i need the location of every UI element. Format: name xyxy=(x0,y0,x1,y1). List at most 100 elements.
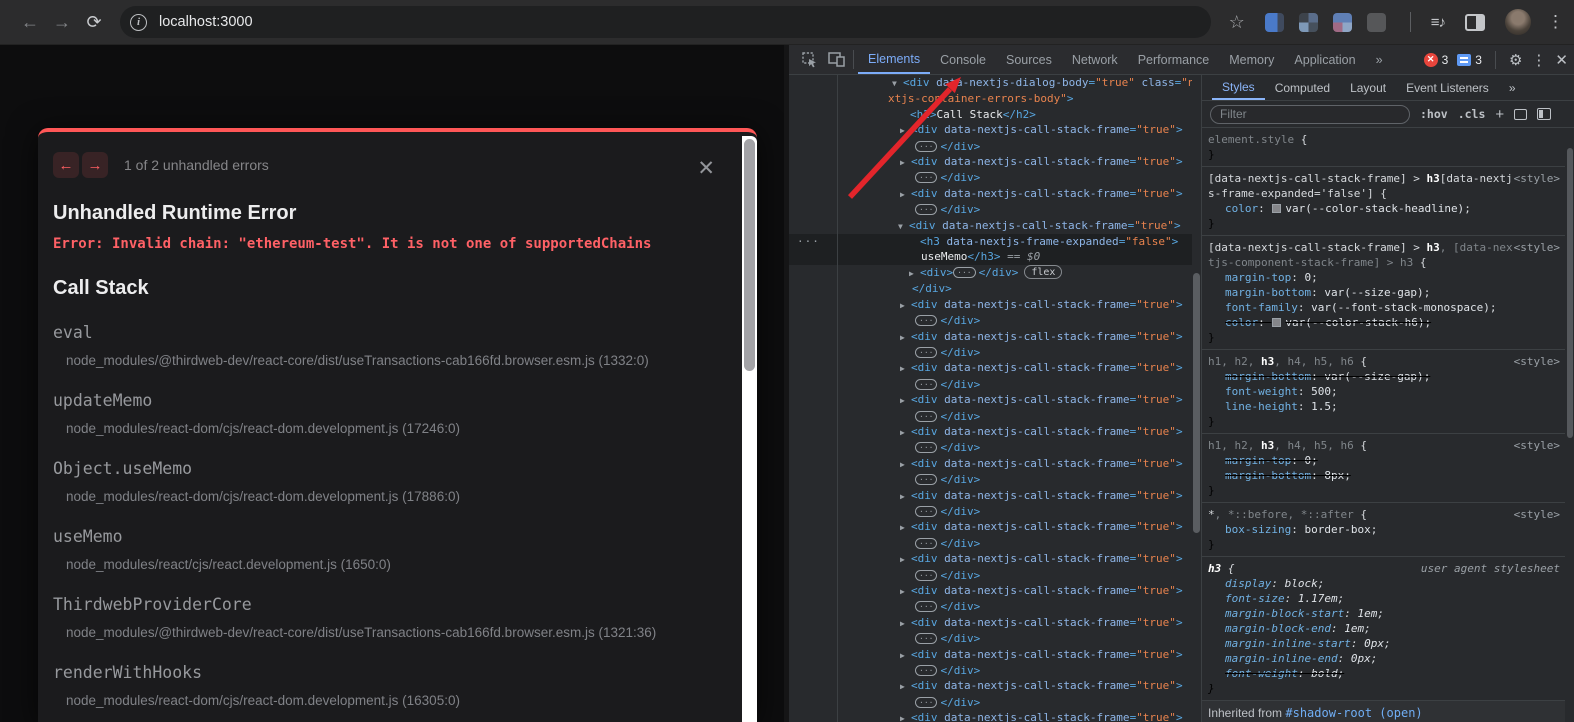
color-swatch[interactable] xyxy=(1272,204,1281,213)
back-button[interactable]: ← xyxy=(14,6,46,38)
dom-tree-row[interactable]: ▶<div data-nextjs-call-stack-frame="true… xyxy=(789,424,1192,440)
dom-tree-row[interactable]: xtjs-container-errors-body"> xyxy=(789,91,1192,106)
dom-tree-row[interactable]: ▶<div data-nextjs-call-stack-frame="true… xyxy=(789,297,1192,313)
console-errors-badge[interactable]: ✕ 3 xyxy=(1424,53,1449,67)
style-rule[interactable]: h3 {user agent stylesheetdisplay: block;… xyxy=(1202,557,1565,701)
style-rule[interactable]: *, *::before, *::after {<style>box-sizin… xyxy=(1202,503,1565,557)
address-bar[interactable]: i localhost:3000 xyxy=(120,6,1211,38)
dialog-scrollbar[interactable] xyxy=(742,136,757,722)
css-property[interactable]: margin-inline-start: 0px; xyxy=(1208,636,1561,651)
issues-badge[interactable]: 3 xyxy=(1457,53,1482,67)
toggle-element-state-button[interactable]: :hov xyxy=(1420,107,1448,121)
dom-tree-row[interactable]: ▶<div data-nextjs-call-stack-frame="true… xyxy=(789,678,1192,694)
call-stack-frame[interactable]: updateMemonode_modules/react-dom/cjs/rea… xyxy=(53,391,713,436)
css-property[interactable]: margin-block-start: 1em; xyxy=(1208,606,1561,621)
tab--[interactable]: » xyxy=(1499,75,1526,100)
dom-tree-row[interactable]: ▶<div data-nextjs-call-stack-frame="true… xyxy=(789,583,1192,599)
css-property[interactable]: margin-bottom: 8px; xyxy=(1208,468,1561,483)
dom-tree-row[interactable]: ···</div> xyxy=(789,345,1192,360)
extension-icon-4[interactable] xyxy=(1367,13,1386,32)
css-property[interactable]: color: var(--color-stack-h6); xyxy=(1208,315,1561,330)
dom-tree-row[interactable]: ▶<div data-nextjs-call-stack-frame="true… xyxy=(789,154,1192,170)
profile-avatar[interactable] xyxy=(1505,9,1531,35)
close-overlay-icon[interactable]: ✕ xyxy=(697,158,715,179)
style-rule[interactable]: h1, h2, h3, h4, h5, h6 {<style>margin-bo… xyxy=(1202,350,1565,434)
css-property[interactable]: margin-bottom: var(--size-gap); xyxy=(1208,369,1561,384)
dom-tree-row[interactable]: ▶<div data-nextjs-call-stack-frame="true… xyxy=(789,456,1192,472)
tab-application[interactable]: Application xyxy=(1284,45,1365,74)
extension-icon-2[interactable] xyxy=(1299,13,1318,32)
tab-performance[interactable]: Performance xyxy=(1128,45,1220,74)
dom-tree-row[interactable]: ···</div> xyxy=(789,472,1192,487)
dom-tree-row[interactable]: ▼<div data-nextjs-dialog-body="true" cla… xyxy=(789,75,1192,91)
dom-tree-row[interactable]: ▼<div data-nextjs-call-stack-frame="true… xyxy=(789,218,1192,234)
browser-menu-icon[interactable]: ⋮ xyxy=(1547,12,1564,32)
css-property[interactable]: box-sizing: border-box; xyxy=(1208,522,1561,537)
css-property[interactable]: margin-top: 0; xyxy=(1208,453,1561,468)
dom-tree-row[interactable]: ▶<div data-nextjs-call-stack-frame="true… xyxy=(789,615,1192,631)
dom-tree-row[interactable]: ···</div> xyxy=(789,377,1192,392)
dialog-scrollbar-thumb[interactable] xyxy=(744,139,755,371)
dom-tree-row[interactable]: ···</div> xyxy=(789,202,1192,217)
shadow-root-link[interactable]: #shadow-root (open) xyxy=(1285,706,1422,720)
tab-console[interactable]: Console xyxy=(930,45,996,74)
css-property[interactable]: margin-top: 0; xyxy=(1208,270,1561,285)
dom-tree-row[interactable]: ▶<div data-nextjs-call-stack-frame="true… xyxy=(789,551,1192,567)
tab-computed[interactable]: Computed xyxy=(1265,75,1340,100)
style-rule[interactable]: [data-nextjs-call-stack-frame] > h3[data… xyxy=(1202,167,1565,236)
bookmark-icon[interactable]: ☆ xyxy=(1229,12,1245,33)
css-property[interactable]: margin-inline-end: 0px; xyxy=(1208,651,1561,666)
css-property[interactable]: font-family: var(--font-stack-monospace)… xyxy=(1208,300,1561,315)
tab-elements[interactable]: Elements xyxy=(858,45,930,74)
css-property[interactable]: line-height: 1.5; xyxy=(1208,399,1561,414)
extension-icon-1[interactable] xyxy=(1265,13,1284,32)
dom-tree-row[interactable]: ···</div> xyxy=(789,313,1192,328)
extension-icon-3[interactable] xyxy=(1333,13,1352,32)
styles-filter-input[interactable] xyxy=(1210,105,1410,124)
call-stack-frame[interactable]: ThirdwebProviderCorenode_modules/@thirdw… xyxy=(53,595,713,640)
tab-memory[interactable]: Memory xyxy=(1219,45,1284,74)
site-info-icon[interactable]: i xyxy=(130,14,147,31)
css-property[interactable]: color: var(--color-stack-headline); xyxy=(1208,201,1561,216)
dom-tree-row[interactable]: ▶<div data-nextjs-call-stack-frame="true… xyxy=(789,186,1192,202)
dom-tree-row[interactable]: ···</div> xyxy=(789,663,1192,678)
dom-tree-row[interactable]: ···</div> xyxy=(789,170,1192,185)
style-rule[interactable]: [data-nextjs-call-stack-frame] > h3, [da… xyxy=(1202,236,1565,350)
dom-tree-row[interactable]: useMemo</h3> == $0 xyxy=(789,249,1192,264)
rule-origin[interactable]: <style> xyxy=(1514,240,1560,255)
side-panel-icon[interactable] xyxy=(1465,14,1485,31)
next-error-button[interactable]: → xyxy=(82,152,108,178)
dom-tree-row[interactable]: ▶<div data-nextjs-call-stack-frame="true… xyxy=(789,647,1192,663)
tab--[interactable]: » xyxy=(1366,45,1393,74)
rule-origin[interactable]: <style> xyxy=(1514,354,1560,369)
media-controls-icon[interactable]: ≡♪ xyxy=(1431,14,1445,31)
styles-scrollbar-thumb[interactable] xyxy=(1567,148,1573,438)
call-stack-frame[interactable]: useMemonode_modules/react/cjs/react.deve… xyxy=(53,527,713,572)
tab-layout[interactable]: Layout xyxy=(1340,75,1396,100)
tab-styles[interactable]: Styles xyxy=(1212,75,1265,100)
devtools-menu-icon[interactable]: ⋮ xyxy=(1531,51,1546,69)
css-property[interactable]: margin-bottom: var(--size-gap); xyxy=(1208,285,1561,300)
close-devtools-icon[interactable]: ✕ xyxy=(1555,51,1568,69)
dom-tree-row[interactable]: ···</div> xyxy=(789,536,1192,551)
element-classes-button[interactable]: .cls xyxy=(1458,107,1486,121)
dom-tree-row[interactable]: ···</div> xyxy=(789,440,1192,455)
dom-tree-row[interactable]: ···</div> xyxy=(789,599,1192,614)
rule-origin[interactable]: <style> xyxy=(1514,438,1560,453)
dom-tree-row[interactable]: ···</div> xyxy=(789,139,1192,154)
elements-scrollbar-thumb[interactable] xyxy=(1193,273,1200,533)
dom-tree-row[interactable]: </div> xyxy=(789,281,1192,296)
tab-event-listeners[interactable]: Event Listeners xyxy=(1396,75,1499,100)
dom-tree-row[interactable]: ▶<div data-nextjs-call-stack-frame="true… xyxy=(789,360,1192,376)
dom-tree-row[interactable]: ···</div> xyxy=(789,568,1192,583)
dom-tree-row[interactable]: ▶<div>···</div>flex xyxy=(789,265,1192,281)
dom-tree-row[interactable]: ▶<div data-nextjs-call-stack-frame="true… xyxy=(789,392,1192,408)
css-property[interactable]: margin-block-end: 1em; xyxy=(1208,621,1561,636)
dom-tree-row[interactable]: ▶<div data-nextjs-call-stack-frame="true… xyxy=(789,122,1192,138)
dom-tree-row[interactable]: ···</div> xyxy=(789,504,1192,519)
device-toolbar-icon[interactable] xyxy=(823,45,849,74)
color-swatch[interactable] xyxy=(1272,318,1281,327)
dom-tree-row[interactable]: ···</div> xyxy=(789,695,1192,710)
dom-tree-row[interactable]: ▶<div data-nextjs-call-stack-frame="true… xyxy=(789,329,1192,345)
css-property[interactable]: font-weight: 500; xyxy=(1208,384,1561,399)
